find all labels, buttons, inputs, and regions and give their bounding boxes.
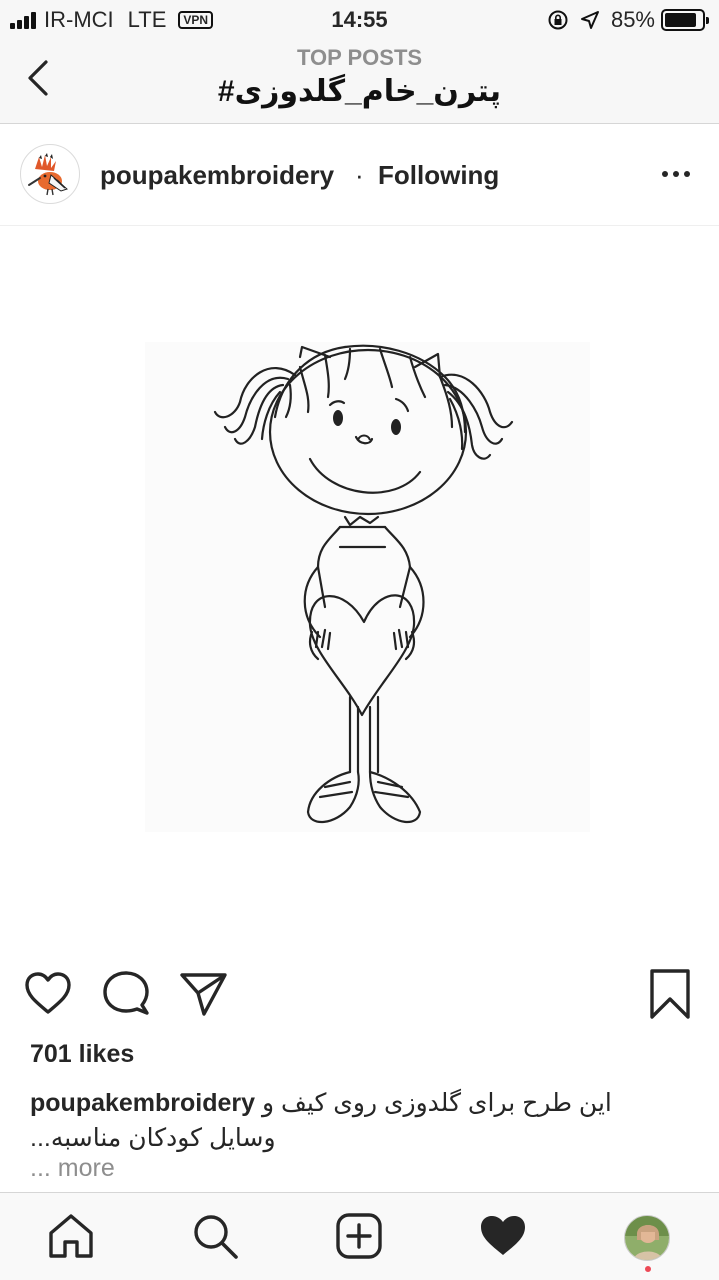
paper-plane-icon	[180, 973, 227, 1016]
tab-search[interactable]	[190, 1211, 240, 1261]
hoopoe-bird-logo	[28, 153, 68, 196]
heart-filled-icon	[481, 1216, 525, 1255]
post-actions	[0, 960, 719, 1024]
post-header: poupakembroidery · Following	[0, 124, 719, 226]
girl-with-heart-drawing	[145, 342, 590, 832]
search-icon	[194, 1215, 238, 1259]
save-button[interactable]	[644, 968, 696, 1020]
more-options-button[interactable]	[659, 162, 693, 186]
hashtag-title: #پترن_خام_گلدوزی	[217, 75, 502, 108]
tab-home[interactable]	[46, 1211, 96, 1261]
likes-count[interactable]: 701 likes	[30, 1040, 134, 1069]
user-avatar[interactable]	[20, 144, 80, 204]
battery-icon	[661, 9, 709, 31]
ellipsis-icon	[662, 171, 690, 177]
comment-button[interactable]	[100, 968, 152, 1020]
rotation-lock-icon	[548, 10, 568, 30]
post-caption: poupakembroidery این طرح برای گلدوزی روی…	[30, 1086, 630, 1156]
home-icon	[49, 1214, 93, 1258]
tab-new-post[interactable]	[334, 1211, 384, 1261]
post-image[interactable]	[0, 227, 719, 946]
like-button[interactable]	[22, 968, 74, 1020]
nav-header: TOP POSTS #پترن_خام_گلدوزی	[0, 40, 719, 124]
battery-percent: 85%	[610, 7, 655, 32]
caption-line-2: ...وسایل کودکان مناسبه	[30, 1124, 276, 1152]
caption-username[interactable]: poupakembroidery	[30, 1089, 255, 1117]
separator-dot: ·	[355, 160, 364, 190]
caption-line-1: این طرح برای گلدوزی روی کیف و	[262, 1089, 612, 1117]
location-arrow-icon	[580, 11, 599, 29]
more-link[interactable]: ... more	[30, 1154, 115, 1183]
notification-dot	[645, 1266, 651, 1272]
post-username[interactable]: poupakembroidery	[100, 160, 334, 191]
status-bar: IR-MCI LTE VPN 14:55 85%	[0, 0, 719, 40]
tab-activity[interactable]	[478, 1211, 528, 1261]
share-button[interactable]	[178, 968, 230, 1020]
bookmark-icon	[650, 969, 690, 1019]
bottom-tab-bar	[0, 1192, 719, 1280]
following-button[interactable]: Following	[378, 160, 499, 191]
plus-square-icon	[336, 1213, 382, 1259]
comment-icon	[103, 971, 149, 1015]
header-subtitle: TOP POSTS	[296, 45, 423, 70]
status-right: 85%	[547, 7, 709, 33]
tab-profile-avatar[interactable]	[624, 1215, 670, 1261]
profile-photo	[625, 1216, 669, 1260]
heart-outline-icon	[25, 972, 71, 1014]
